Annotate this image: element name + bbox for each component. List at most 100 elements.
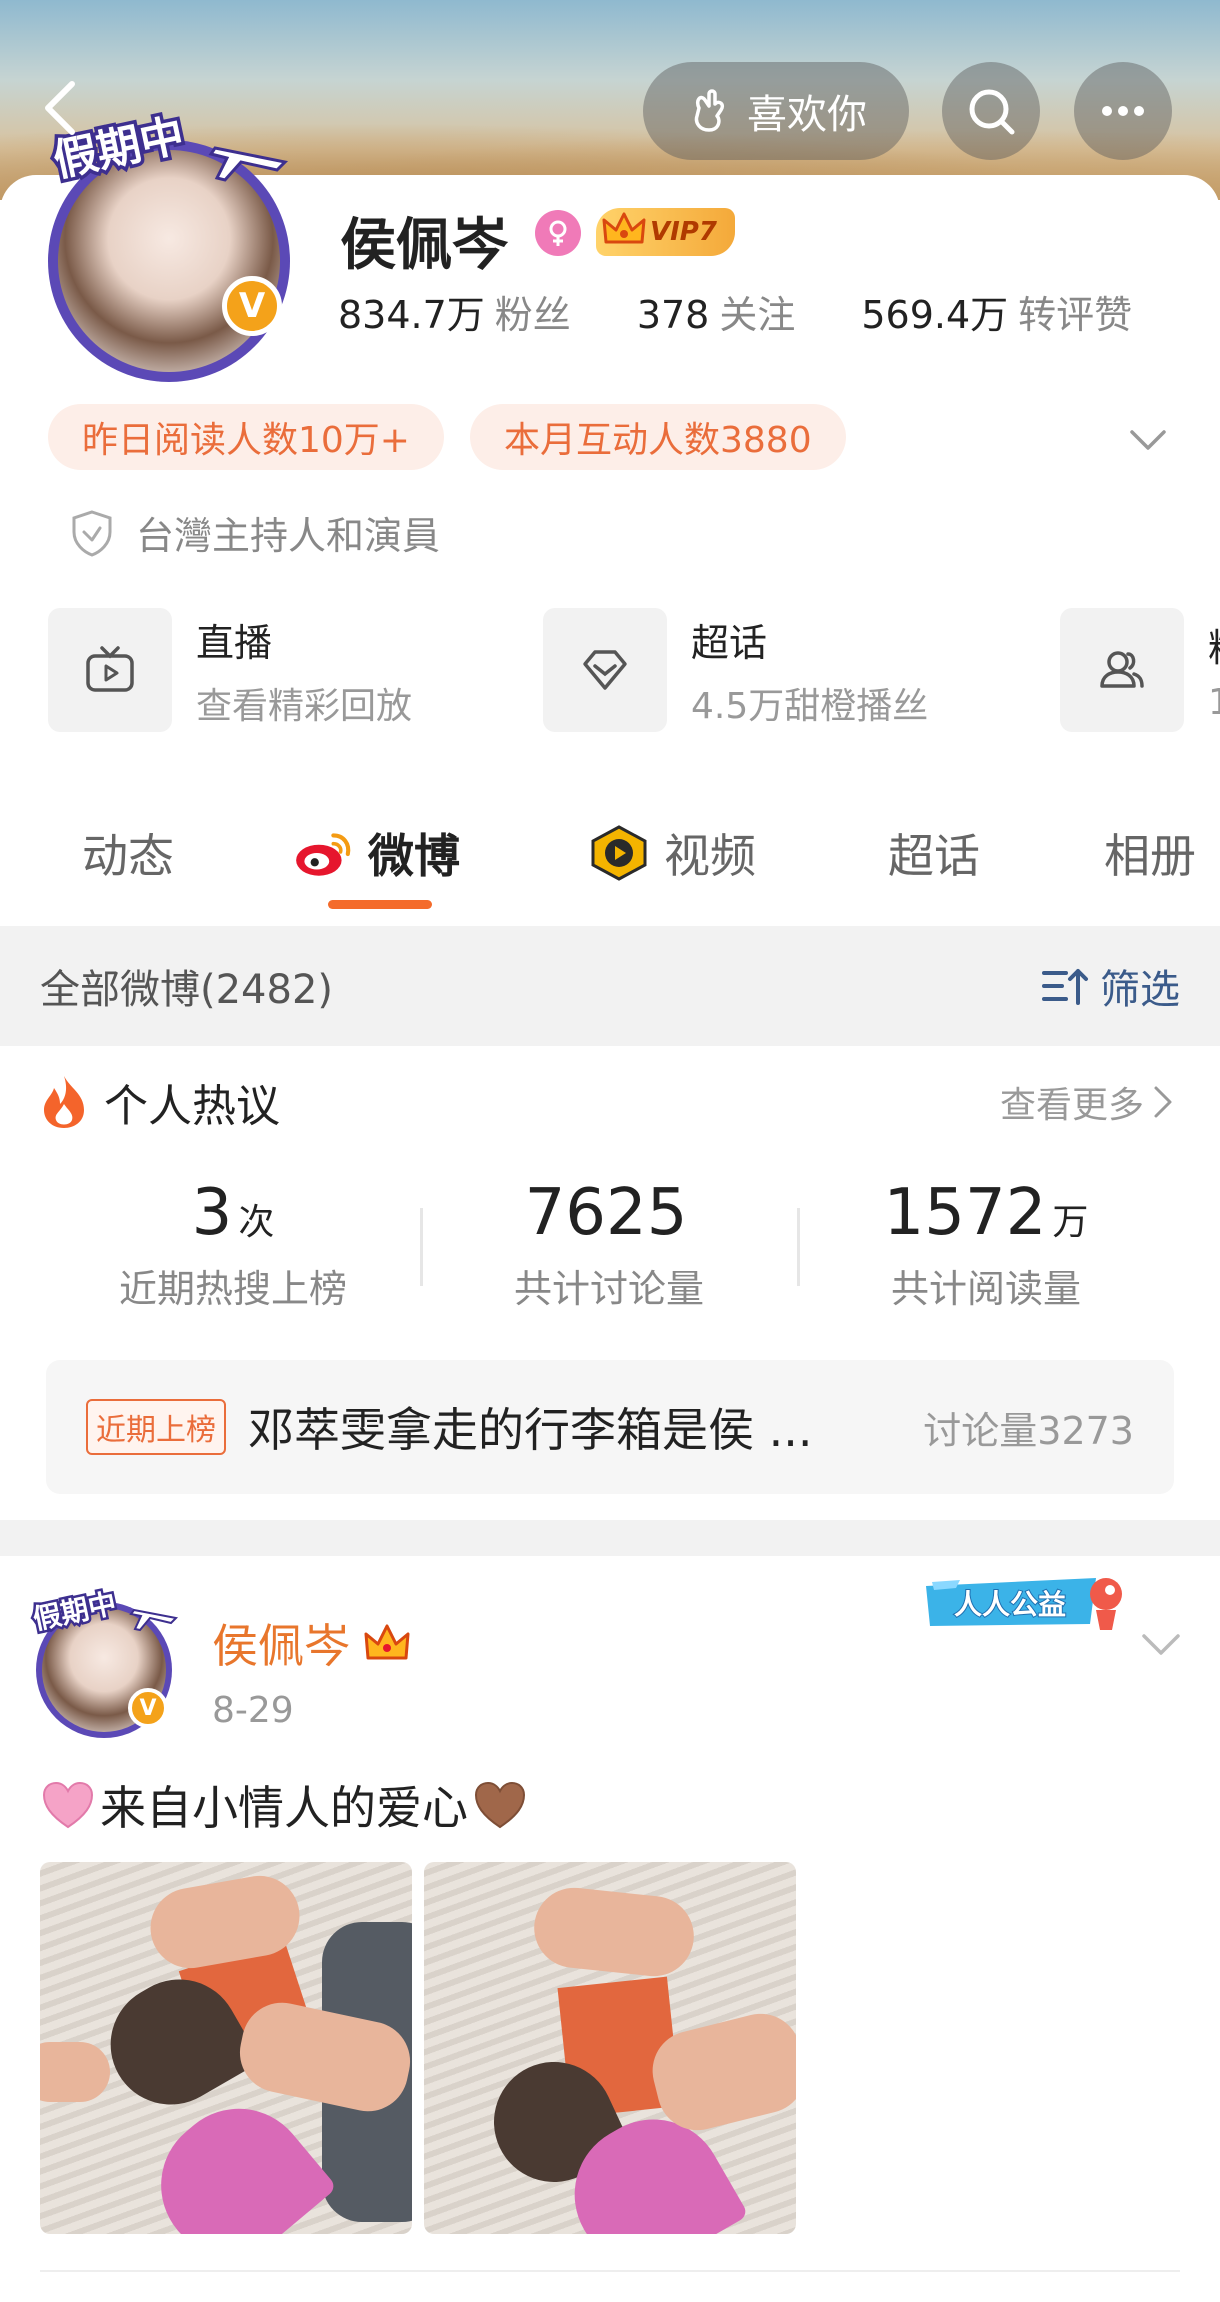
- active-tab-indicator: [328, 900, 432, 909]
- shield-icon: [72, 509, 112, 557]
- quick-link-subtitle: 1: [1208, 682, 1220, 723]
- people-icon: [1060, 608, 1184, 732]
- verified-badge-icon: V: [222, 276, 282, 336]
- svg-text:人人公益: 人人公益: [954, 1588, 1066, 1621]
- filter-sort-icon: [1042, 969, 1088, 1005]
- hot-discussion-title: 个人热议: [104, 1081, 280, 1132]
- interactions-count: 569.4万: [861, 293, 1009, 337]
- following-count: 378: [636, 293, 710, 337]
- quick-link-subtitle: 4.5万甜橙播丝: [691, 685, 929, 727]
- interactions-label: 转评赞: [1018, 293, 1133, 337]
- tab-album[interactable]: 相册: [1104, 820, 1196, 886]
- crown-icon: [602, 212, 646, 244]
- post-date: 8-29: [212, 1690, 294, 1731]
- charity-badge[interactable]: 人人公益: [920, 1564, 1130, 1638]
- tab-label: 超话: [888, 829, 980, 883]
- description-text: 台灣主持人和演員: [136, 514, 441, 558]
- metric-label: 近期热搜上榜: [118, 1267, 347, 1311]
- metric-value: 7625: [524, 1176, 688, 1250]
- expand-chevron-icon[interactable]: [1126, 420, 1170, 460]
- vip-badge[interactable]: VIP7: [596, 208, 735, 256]
- section-divider: [0, 1520, 1220, 1556]
- feed-filter-bar: 全部微博(2482) 筛选: [0, 926, 1220, 1046]
- tab-dynamic[interactable]: 动态: [82, 820, 174, 886]
- verified-badge-icon: V: [128, 1688, 168, 1728]
- post-image-2[interactable]: [424, 1862, 796, 2234]
- female-icon: [535, 210, 581, 256]
- more-options-button[interactable]: [1074, 62, 1172, 160]
- chevron-right-icon: [1154, 1086, 1172, 1118]
- filter-button[interactable]: 筛选: [1040, 957, 1180, 1015]
- post-image-1[interactable]: [40, 1862, 412, 2234]
- hand-like-icon: [694, 89, 725, 132]
- metric-reads[interactable]: 1572 万 共计阅读量: [798, 1176, 1174, 1313]
- followers-label: 粉丝: [494, 293, 571, 337]
- hot-discussion-panel: 个人热议 查看更多 3次 近期热搜上榜 7625 共计讨论量 1572 万 共计阅…: [0, 1046, 1220, 1518]
- pink-heart-icon: [42, 1781, 94, 1829]
- quick-link-title: 超话: [691, 620, 768, 665]
- post-author[interactable]: 侯佩岑: [212, 1610, 412, 1676]
- hot-discussion-header: 个人热议: [40, 1070, 280, 1134]
- svg-text:假期中: 假期中: [30, 1586, 119, 1636]
- tab-video[interactable]: 视频: [588, 820, 756, 886]
- following-stat[interactable]: 378 关注: [637, 284, 796, 339]
- metric-label: 共计讨论量: [513, 1267, 704, 1311]
- diamond-icon: [543, 608, 667, 732]
- search-button[interactable]: [942, 62, 1040, 160]
- tab-weibo[interactable]: 微博: [292, 820, 460, 886]
- profile-tabs: 动态 微博 视频 超话 相册: [0, 790, 1220, 920]
- interaction-count-pill[interactable]: 本月互动人数3880: [469, 404, 846, 470]
- metric-unit: 次: [238, 1202, 275, 1243]
- quick-link-subtitle: 查看精彩回放: [196, 685, 413, 727]
- flame-icon: [44, 1076, 84, 1128]
- post-text: 来自小情人的爱心: [40, 1772, 528, 1838]
- tab-supertopic[interactable]: 超话: [888, 820, 980, 886]
- chevron-left-icon: [45, 81, 75, 135]
- read-count-pill[interactable]: 昨日阅读人数10万+: [48, 404, 444, 470]
- crown-icon: [364, 1624, 410, 1660]
- post-text-content: 来自小情人的爱心: [100, 1781, 468, 1835]
- following-label: 关注: [719, 293, 796, 337]
- tab-label: 视频: [664, 829, 756, 883]
- followers-stat[interactable]: 834.7万 粉丝: [338, 284, 571, 339]
- post-divider: [40, 2270, 1180, 2272]
- all-posts-count: 全部微博(2482): [40, 967, 334, 1013]
- post-menu-chevron-icon[interactable]: [1138, 1628, 1184, 1662]
- more-dots-icon: [1102, 106, 1144, 116]
- metric-hot-search[interactable]: 3次 近期热搜上榜: [45, 1176, 421, 1313]
- quick-link-live[interactable]: 直播 查看精彩回放: [48, 608, 412, 732]
- metric-unit: 万: [1052, 1202, 1089, 1243]
- back-button[interactable]: [40, 80, 90, 140]
- video-play-icon: [591, 825, 647, 881]
- tv-icon: [48, 608, 172, 732]
- trending-topic[interactable]: 近期上榜 邓萃雯拿走的行李箱是侯 ... 讨论量3273: [46, 1360, 1174, 1494]
- like-label: 喜欢你: [747, 92, 867, 138]
- like-you-button[interactable]: 喜欢你: [643, 62, 909, 160]
- stat-pills: 昨日阅读人数10万+ 本月互动人数3880: [48, 404, 846, 470]
- interactions-stat[interactable]: 569.4万 转评赞: [861, 284, 1132, 339]
- quick-link-title: 粉: [1208, 617, 1220, 672]
- quick-link-fans[interactable]: 粉 1: [1060, 608, 1220, 732]
- see-more-label: 查看更多: [999, 1085, 1144, 1126]
- tab-label: 动态: [82, 829, 174, 883]
- tab-label: 相册: [1104, 829, 1196, 883]
- trending-text: 邓萃雯拿走的行李箱是侯 ...: [248, 1403, 813, 1457]
- vacation-badge: 假期中: [30, 1584, 179, 1638]
- post-author-name: 侯佩岑: [212, 1619, 350, 1673]
- metric-label: 共计阅读量: [890, 1267, 1081, 1311]
- see-more-link[interactable]: 查看更多: [1000, 1076, 1174, 1128]
- filter-label: 筛选: [1100, 967, 1180, 1013]
- metric-value: 1572: [883, 1176, 1047, 1250]
- metric-discussion[interactable]: 7625 共计讨论量: [421, 1176, 797, 1313]
- brown-heart-icon: [474, 1781, 526, 1829]
- followers-count: 834.7万: [338, 293, 485, 337]
- weibo-logo-icon: [296, 833, 351, 876]
- quick-link-title: 直播: [196, 620, 273, 665]
- trending-tag: 近期上榜: [86, 1399, 226, 1455]
- search-icon: [969, 89, 1015, 135]
- profile-name: 侯佩岑: [340, 213, 508, 278]
- profile-description: 台灣主持人和演員: [70, 505, 440, 560]
- trending-count: 讨论量3273: [923, 1408, 1134, 1453]
- quick-link-supertopic[interactable]: 超话 4.5万甜橙播丝: [543, 608, 928, 732]
- metric-value: 3: [191, 1176, 233, 1250]
